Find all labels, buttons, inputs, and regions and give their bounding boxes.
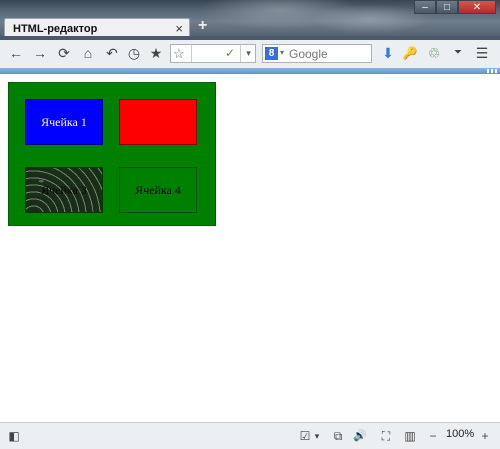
undo-icon[interactable]: ↶ xyxy=(104,45,120,61)
sidebar-toggle-icon[interactable]: ◧ xyxy=(6,428,22,444)
url-dropdown-icon[interactable]: ▾ xyxy=(240,45,256,62)
zoom-in-icon[interactable]: + xyxy=(478,428,492,444)
minimize-button[interactable]: – xyxy=(414,0,436,14)
split-view-icon[interactable]: ▥ xyxy=(402,428,418,444)
window-titlebar: – □ ✕ HTML-редактор × + xyxy=(0,0,500,36)
close-window-button[interactable]: ✕ xyxy=(458,0,496,14)
table-cell-1: Ячейка 1 xyxy=(25,99,103,145)
tab-close-icon[interactable]: × xyxy=(175,21,183,36)
checkbox-caret-icon[interactable]: ▾ xyxy=(312,428,322,444)
volume-icon[interactable]: 🔊 xyxy=(352,428,368,444)
zoom-out-icon[interactable]: − xyxy=(426,428,440,444)
new-tab-button[interactable]: + xyxy=(198,17,207,35)
zoom-level[interactable]: 100% xyxy=(446,428,474,440)
search-engine-icon[interactable]: 8 xyxy=(265,47,278,60)
url-bar[interactable]: ☆ ✓ ▾ xyxy=(170,44,256,63)
menu-icon[interactable]: ☰ xyxy=(474,45,490,61)
maximize-button[interactable]: □ xyxy=(436,0,458,14)
screenshot-icon[interactable]: ⧉ xyxy=(330,428,346,444)
tab-title: HTML-редактор xyxy=(13,23,98,35)
bookmark-outline-icon[interactable]: ☆ xyxy=(173,46,185,62)
table-cell-4: Ячейка 4 xyxy=(119,167,197,213)
download-icon[interactable]: ⬇ xyxy=(380,45,396,61)
key-icon[interactable]: 🔑 xyxy=(402,45,418,61)
url-divider xyxy=(191,45,192,62)
back-arrow-icon[interactable]: ← xyxy=(8,45,24,61)
reload-icon[interactable]: ⟳ xyxy=(56,45,72,61)
table-cell-3: Ячейка 3 xyxy=(25,167,103,213)
tab-html-editor[interactable]: HTML-редактор × xyxy=(4,18,190,36)
overflow-chevron-icon[interactable]: ⏷ xyxy=(450,45,466,61)
status-bar: ◧ ☑ ▾ ⧉ 🔊 ⛶ ▥ − 100% + xyxy=(0,422,500,449)
history-clock-icon[interactable]: ◷ xyxy=(126,45,142,61)
page-content: Ячейка 1 Ячейка 3 Ячейка 4 xyxy=(0,74,500,422)
background-cloud xyxy=(310,4,430,34)
forward-arrow-icon[interactable]: → xyxy=(32,45,48,61)
table-cell-2 xyxy=(119,99,197,145)
demo-table: Ячейка 1 Ячейка 3 Ячейка 4 xyxy=(8,82,216,226)
search-bar[interactable]: 8 ▾ xyxy=(262,44,372,63)
search-engine-caret-icon[interactable]: ▾ xyxy=(280,48,284,57)
checkbox-icon[interactable]: ☑ xyxy=(298,428,312,444)
bookmark-star-icon[interactable]: ★ xyxy=(148,45,164,61)
fullscreen-icon[interactable]: ⛶ xyxy=(378,428,394,444)
resize-grip-icon[interactable] xyxy=(487,69,497,73)
window-controls: – □ ✕ xyxy=(414,0,496,14)
addon-icon[interactable]: ♲ xyxy=(426,45,442,61)
search-input[interactable] xyxy=(289,45,369,62)
site-status-icon[interactable]: ✓ xyxy=(225,46,235,60)
home-icon[interactable]: ⌂ xyxy=(80,45,96,61)
navigation-toolbar: ← → ⟳ ⌂ ↶ ◷ ★ ☆ ✓ ▾ 8 ▾ ⬇ 🔑 ♲ ⏷ ☰ xyxy=(0,40,500,69)
